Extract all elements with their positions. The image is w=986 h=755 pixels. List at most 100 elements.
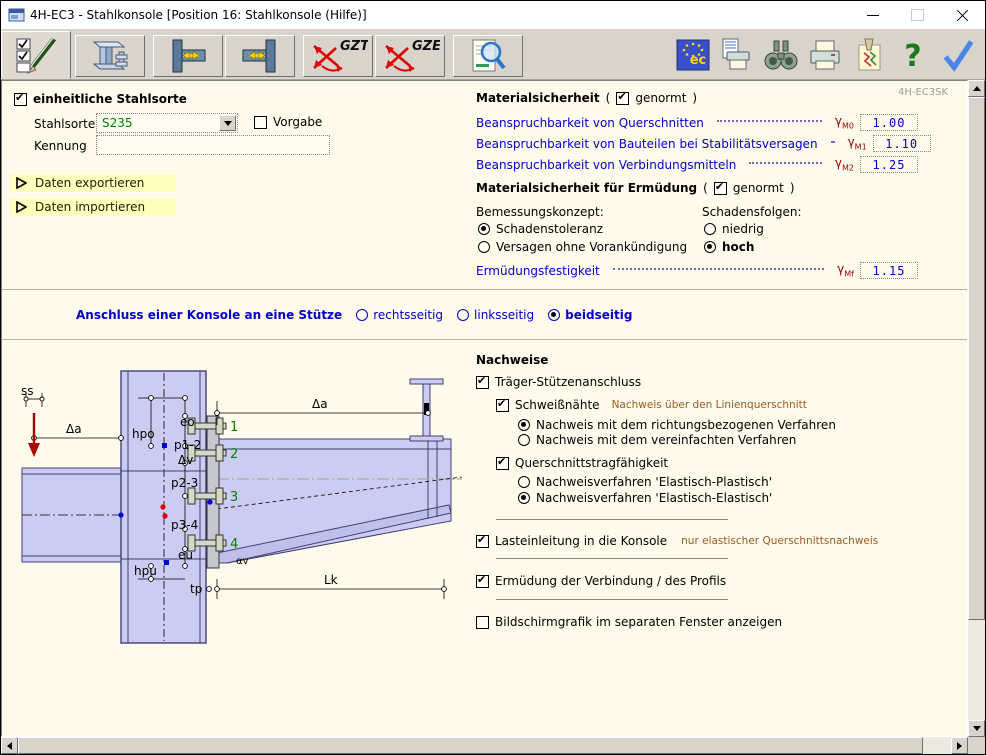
- svg-text:3: 3: [230, 490, 238, 505]
- main-region: einheitliche Stahlsorte Stahlsorte S235 …: [1, 80, 985, 754]
- divider: [496, 599, 728, 600]
- binoculars-icon: [762, 36, 800, 74]
- material-title: Materialsicherheit: [476, 91, 600, 105]
- elastic-elastic-radio[interactable]: [518, 492, 530, 504]
- grade-combo[interactable]: S235: [96, 113, 238, 133]
- fatigue-check-row: Ermüdung der Verbindung / des Profils: [476, 574, 726, 588]
- svg-text:Δa: Δa: [312, 397, 328, 411]
- vertical-scrollbar[interactable]: [968, 80, 985, 737]
- gamma-symbol: γM1: [848, 135, 867, 151]
- plate-left-arrow-icon: [165, 36, 211, 76]
- grade-label: Stahlsorte: [34, 117, 95, 131]
- eurocode-button[interactable]: ec: [674, 35, 712, 75]
- concept-tolerance-radio[interactable]: [478, 223, 490, 235]
- concept-option-row: Versagen ohne Vorankündigung: [478, 240, 687, 254]
- beam-column-check-row: Träger-Stützenanschluss: [476, 375, 641, 389]
- scroll-right-button[interactable]: [951, 737, 968, 754]
- close-button[interactable]: [940, 2, 985, 29]
- weld-directional-radio[interactable]: [518, 419, 530, 431]
- load-intro-note: nur elastischer Querschnittsnachweis: [681, 535, 878, 547]
- gze-loads-button[interactable]: GZE: [375, 35, 445, 77]
- scroll-down-button[interactable]: [968, 720, 985, 737]
- print-button[interactable]: [806, 35, 844, 75]
- right-side-radio[interactable]: [356, 309, 368, 321]
- fatigue-normed-label: genormt: [733, 181, 784, 195]
- gamma-row-label[interactable]: Beanspruchbarkeit von Querschnitten: [476, 116, 704, 130]
- horizontal-scrollbar[interactable]: [1, 737, 968, 754]
- leader-dots: [831, 141, 835, 143]
- material-title-row: Materialsicherheit ( genormt ): [476, 91, 697, 105]
- vorgabe-checkbox[interactable]: [254, 116, 267, 129]
- fatigue-strength-label[interactable]: Ermüdungsfestigkeit: [476, 264, 600, 278]
- search-button[interactable]: [762, 35, 800, 75]
- svg-text:αv: αv: [236, 556, 249, 567]
- svg-text:p2-3: p2-3: [171, 476, 198, 490]
- gzt-arrows-icon: GZT: [308, 36, 368, 76]
- gzt-loads-button[interactable]: GZT: [303, 35, 373, 77]
- kennung-input[interactable]: [96, 135, 330, 155]
- horizontal-scroll-thumb[interactable]: [18, 737, 923, 754]
- plate-right-arrow-icon: [237, 36, 283, 76]
- uniform-steel-checkbox[interactable]: [14, 93, 27, 106]
- input-settings-button[interactable]: [1, 31, 71, 79]
- load-intro-checkbox[interactable]: [476, 535, 489, 548]
- leader-dots: [749, 162, 822, 164]
- maximize-button[interactable]: [895, 2, 940, 29]
- kennung-label: Kennung: [34, 139, 87, 153]
- gamma-m0-value[interactable]: 1.00: [860, 114, 918, 131]
- material-normed-checkbox[interactable]: [616, 92, 629, 105]
- up-arrow-icon: [973, 86, 981, 91]
- concept-failure-radio[interactable]: [478, 241, 490, 253]
- checks-title: Nachweise: [476, 353, 548, 367]
- weld-simplified-radio[interactable]: [518, 434, 530, 446]
- horizontal-scroll-track[interactable]: [18, 737, 951, 754]
- export-data-link[interactable]: Daten exportieren: [10, 174, 176, 192]
- svg-text:eo: eo: [180, 415, 195, 429]
- window-title: 4H-EC3 - Stahlkonsole [Position 16: Stah…: [30, 8, 850, 22]
- connection-right-button[interactable]: [225, 35, 295, 77]
- consequence-low-radio[interactable]: [704, 223, 716, 235]
- vorgabe-label: Vorgabe: [273, 115, 322, 129]
- uniform-steel-row: einheitliche Stahlsorte: [14, 92, 187, 106]
- notes-button[interactable]: [850, 35, 888, 75]
- cross-section-checkbox[interactable]: [496, 457, 509, 470]
- minimize-button[interactable]: [850, 2, 895, 29]
- welds-checkbox[interactable]: [496, 399, 509, 412]
- consequence-high-radio[interactable]: [704, 241, 716, 253]
- dropdown-arrow-icon[interactable]: [219, 115, 236, 131]
- connection-left-button[interactable]: [153, 35, 223, 77]
- fatigue-checkbox[interactable]: [476, 575, 489, 588]
- svg-text:GZE: GZE: [412, 39, 440, 54]
- fatigue-normed-checkbox[interactable]: [714, 182, 727, 195]
- scroll-up-button[interactable]: [968, 80, 985, 97]
- left-side-radio[interactable]: [457, 309, 469, 321]
- vertical-scroll-thumb[interactable]: [968, 97, 985, 620]
- beam-column-checkbox[interactable]: [476, 376, 489, 389]
- eurocode-ec-icon: ec: [676, 38, 710, 72]
- material-normed-label: genormt: [635, 91, 686, 105]
- print-preview-button[interactable]: [453, 35, 523, 77]
- gamma-m1-value[interactable]: 1.10: [873, 135, 931, 152]
- gamma-row-label[interactable]: Beanspruchbarkeit von Verbindungsmitteln: [476, 158, 736, 172]
- gamma-symbol: γMf: [837, 262, 854, 278]
- print-list-button[interactable]: [718, 35, 756, 75]
- cross-section-check-row: Querschnittstragfähigkeit: [496, 456, 668, 470]
- scroll-left-button[interactable]: [1, 737, 18, 754]
- confirm-button[interactable]: [938, 35, 976, 75]
- both-sides-radio[interactable]: [548, 309, 560, 321]
- export-arrow-icon: [16, 177, 27, 189]
- svg-text:4: 4: [230, 537, 238, 552]
- welds-note: Nachweis über den Linienquerschnitt: [612, 399, 807, 411]
- help-button[interactable]: ?: [894, 35, 932, 75]
- vertical-scroll-track[interactable]: [968, 97, 985, 720]
- separate-window-checkbox[interactable]: [476, 616, 489, 629]
- gamma-m2-value[interactable]: 1.25: [860, 156, 918, 173]
- checklist-pencil-icon: [13, 35, 59, 75]
- import-data-link[interactable]: Daten importieren: [10, 198, 176, 216]
- steel-profile-button[interactable]: [75, 35, 145, 77]
- gamma-mf-value[interactable]: 1.15: [860, 262, 918, 279]
- elastic-plastic-radio[interactable]: [518, 476, 530, 488]
- svg-text:Lk: Lk: [324, 573, 338, 587]
- gamma-row-label[interactable]: Beanspruchbarkeit von Bauteilen bei Stab…: [476, 137, 818, 151]
- svg-text:ss: ss: [21, 384, 34, 398]
